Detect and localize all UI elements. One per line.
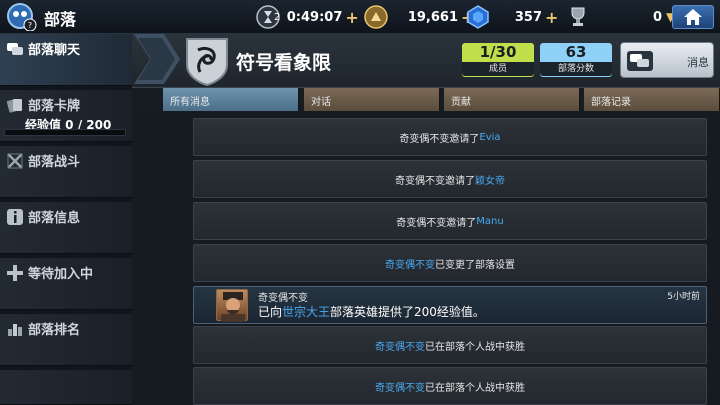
home-button[interactable]	[672, 5, 714, 29]
avatar[interactable]	[216, 289, 248, 322]
members-value: 1/30	[479, 43, 517, 61]
tab-clan-log[interactable]: 部落记录	[584, 88, 720, 111]
sidebar-item-label: 部落战斗	[28, 155, 81, 170]
message-button-label: 消息	[687, 56, 709, 69]
clan-crest-icon	[186, 38, 228, 86]
sidebar-item-label: 部落卡牌	[28, 99, 81, 114]
sidebar-item-label: 部落信息	[28, 211, 81, 226]
cards-icon	[6, 99, 22, 113]
info-icon	[7, 209, 23, 225]
chat-bubble-icon	[627, 51, 653, 71]
members-caption: 成员	[462, 62, 534, 76]
timer-value: 0:49:07	[286, 9, 343, 25]
featured-list-item: 奇变偶不变 5小时前 已向世宗大王部落英雄提供了200经验值。	[193, 286, 707, 324]
sender-name: 奇变偶不变	[258, 293, 308, 304]
tab-conversation[interactable]: 对话	[304, 88, 440, 111]
sidebar-item-label: 等待加入中	[28, 267, 94, 282]
svg-text:?: ?	[28, 21, 32, 30]
sidebar-item-clan-chat[interactable]: 部落聊天	[0, 34, 132, 86]
score-stat: 63 部落分数	[540, 43, 612, 77]
swords-icon	[7, 153, 23, 169]
sidebar-item-label: 部落聊天	[28, 43, 81, 58]
score-caption: 部落分数	[540, 62, 612, 76]
xp-progress-bar	[4, 129, 126, 136]
gold-coin-icon	[364, 5, 388, 29]
gem-resource[interactable]: 357 +	[466, 5, 558, 29]
members-stat: 1/30 成员	[462, 43, 534, 77]
sidebar-item-clan-battle[interactable]: 部落战斗	[0, 146, 132, 198]
list-item: 奇变偶不变邀请了 Manu	[193, 202, 707, 240]
gem-icon	[467, 5, 489, 29]
chat-icon	[7, 43, 23, 55]
message-button[interactable]: 消息	[620, 42, 714, 78]
timestamp: 5小时前	[667, 292, 700, 302]
plus-icon	[7, 265, 23, 281]
sidebar-item-pending-join[interactable]: 等待加入中	[0, 258, 132, 310]
list-item: 奇变偶不变邀请了 Evia	[193, 118, 707, 156]
tab-contribution[interactable]: 贡献	[444, 88, 580, 111]
clan-emblem-icon[interactable]: ?	[7, 3, 37, 31]
score-value: 63	[565, 43, 587, 61]
ranking-icon	[8, 324, 22, 336]
active-item-arrow-icon	[134, 34, 180, 84]
sidebar-item-clan-info[interactable]: 部落信息	[0, 202, 132, 254]
add-gem-icon[interactable]: +	[545, 8, 558, 27]
sidebar-filler	[0, 370, 132, 405]
gold-value: 19,661	[407, 9, 458, 25]
featured-message-text: 已向世宗大王部落英雄提供了200经验值。	[258, 305, 485, 319]
add-time-icon[interactable]: +	[345, 8, 358, 27]
list-item: 奇变偶不变邀请了 颖女帝	[193, 160, 707, 198]
timer-resource[interactable]: 2 0:49:07 +	[256, 5, 359, 29]
tab-all-messages[interactable]: 所有消息	[163, 88, 299, 111]
top-bar: ? 部落 2 0:49:07 + 19,661 + 357 + 0	[0, 0, 720, 34]
trophy-icon	[571, 7, 585, 26]
page-title: 部落	[44, 10, 77, 29]
sidebar: 部落聊天 部落卡牌 部落战斗 部落信息 等待加入中 部落排名	[0, 34, 132, 405]
trophy-resource[interactable]: 0 ▼	[566, 5, 675, 29]
home-icon	[684, 9, 702, 25]
list-item: 奇变偶不变 已变更了部落设置	[193, 244, 707, 282]
gem-value: 357	[514, 9, 542, 25]
list-item: 奇变偶不变 已在部落个人战中获胜	[193, 326, 707, 364]
clan-name: 符号看象限	[236, 52, 332, 74]
list-item: 奇变偶不变 已在部落个人战中获胜	[193, 367, 707, 405]
sidebar-item-label: 部落排名	[28, 323, 81, 338]
trophy-value: 0	[652, 9, 662, 25]
sidebar-item-clan-ranking[interactable]: 部落排名	[0, 314, 132, 366]
gold-resource[interactable]: 19,661 +	[364, 5, 474, 29]
